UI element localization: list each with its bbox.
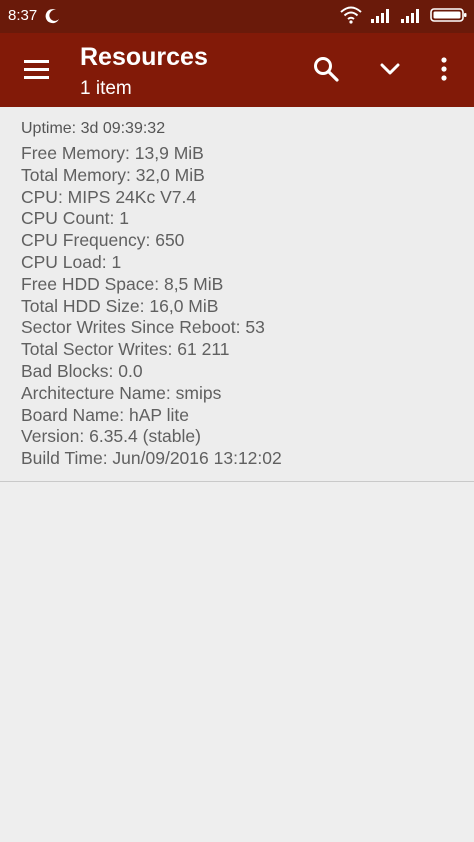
- status-time: 8:37: [8, 7, 38, 24]
- more-vertical-icon[interactable]: [436, 55, 452, 88]
- menu-icon[interactable]: [22, 57, 52, 83]
- chevron-down-icon[interactable]: [378, 57, 402, 86]
- signal-icon: [370, 7, 392, 28]
- list-item: Board Name: hAP lite: [21, 404, 189, 425]
- list-item: Total Sector Writes: 61 211: [21, 339, 230, 360]
- list-item: Total Memory: 32,0 MiB: [21, 164, 205, 185]
- resource-item[interactable]: Uptime: 3d 09:39:32 Free Memory: 13,9 Mi…: [0, 107, 474, 482]
- list-item: Total HDD Size: 16,0 MiB: [21, 295, 219, 316]
- item-count: 1 item: [80, 78, 132, 99]
- moon-icon: [45, 8, 61, 29]
- list-item: CPU: MIPS 24Kc V7.4: [21, 186, 197, 207]
- list-item: CPU Count: 1: [21, 208, 129, 229]
- uptime-label: Uptime: 3d 09:39:32: [21, 120, 166, 137]
- list-item: Bad Blocks: 0.0: [21, 360, 143, 381]
- signal-icon: [400, 7, 422, 28]
- resource-details: Free Memory: 13,9 MiB Total Memory: 32,0…: [21, 143, 282, 470]
- page-title: Resources: [80, 43, 208, 71]
- search-icon[interactable]: [312, 55, 340, 88]
- list-item: Free Memory: 13,9 MiB: [21, 143, 204, 163]
- list-item: CPU Frequency: 650: [21, 230, 185, 251]
- status-bar: 8:37: [0, 0, 474, 33]
- wifi-icon: [340, 6, 362, 29]
- list-item: Build Time: Jun/09/2016 13:12:02: [21, 448, 282, 469]
- battery-icon: [430, 7, 468, 28]
- list-item: Architecture Name: smips: [21, 382, 222, 403]
- app-toolbar: Resources 1 item: [0, 33, 474, 107]
- list-item: Version: 6.35.4 (stable): [21, 426, 201, 447]
- list-item: CPU Load: 1: [21, 251, 122, 272]
- list-item: Sector Writes Since Reboot: 53: [21, 317, 265, 338]
- list-item: Free HDD Space: 8,5 MiB: [21, 273, 224, 294]
